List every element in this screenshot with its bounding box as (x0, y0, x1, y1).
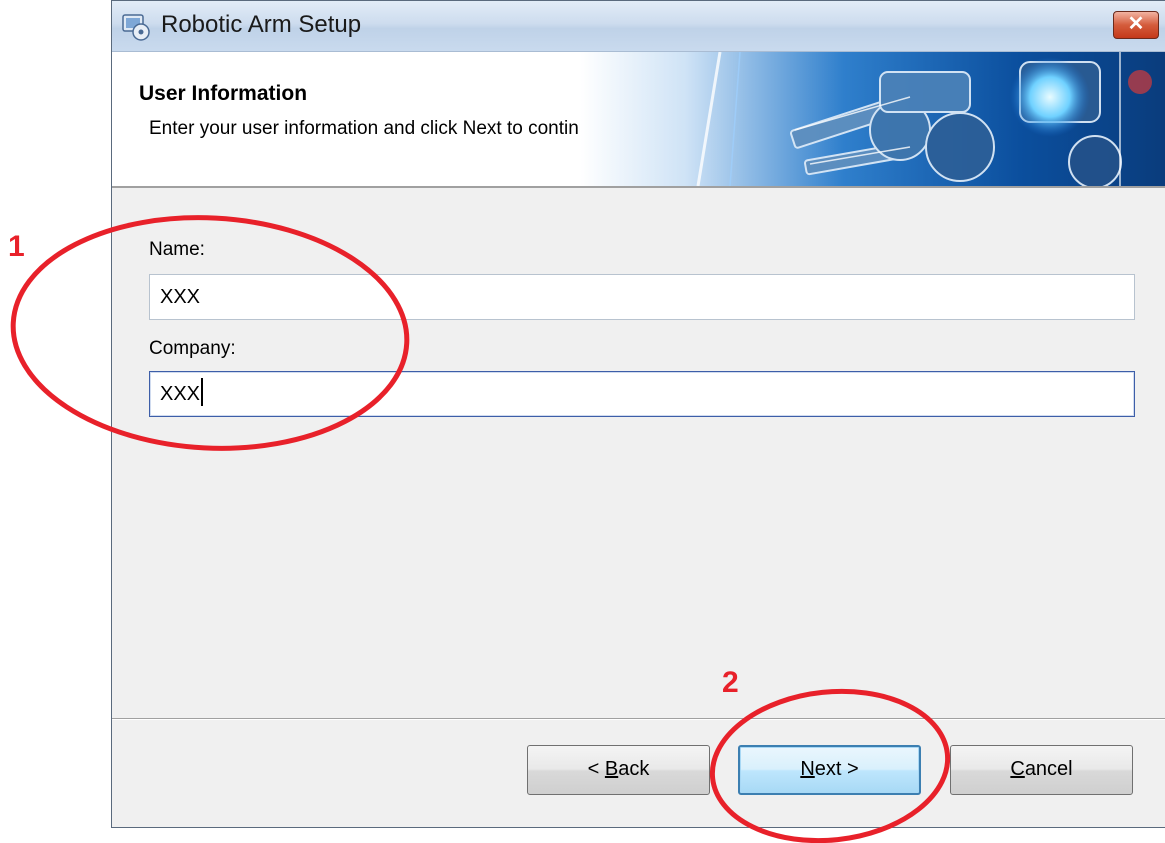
back-accel: B (604, 758, 619, 780)
setup-window: Robotic Arm Setup ✕ User Information Ent… (111, 0, 1165, 828)
close-button[interactable]: ✕ (1113, 11, 1159, 39)
back-button[interactable]: < Back (527, 745, 710, 795)
company-label: Company: (149, 338, 236, 359)
text-cursor (201, 378, 203, 406)
page-subtitle: Enter your user information and click Ne… (149, 118, 606, 139)
next-button[interactable]: Next > (738, 745, 921, 795)
cancel-accel: C (1010, 758, 1025, 780)
installer-icon (122, 14, 150, 41)
name-field[interactable] (149, 274, 1135, 320)
close-icon: ✕ (1127, 13, 1145, 35)
header-banner: User Information Enter your user informa… (112, 52, 1165, 188)
cancel-rest: ancel (1024, 758, 1073, 780)
back-prefix: < (587, 758, 605, 780)
button-divider (112, 718, 1165, 720)
back-rest: ack (618, 758, 650, 780)
page-title: User Information (139, 82, 308, 105)
window-title: Robotic Arm Setup (161, 11, 362, 38)
company-field[interactable] (149, 371, 1135, 417)
cancel-button[interactable]: Cancel (950, 745, 1133, 795)
robotic-arm-banner-image (580, 52, 1165, 186)
next-rest: ext > (814, 758, 859, 780)
next-accel: N (800, 758, 815, 780)
annotation-label-1: 1 (8, 230, 25, 263)
name-label: Name: (149, 239, 205, 260)
title-bar[interactable]: Robotic Arm Setup ✕ (112, 1, 1165, 52)
annotation-label-2: 2 (722, 666, 739, 699)
